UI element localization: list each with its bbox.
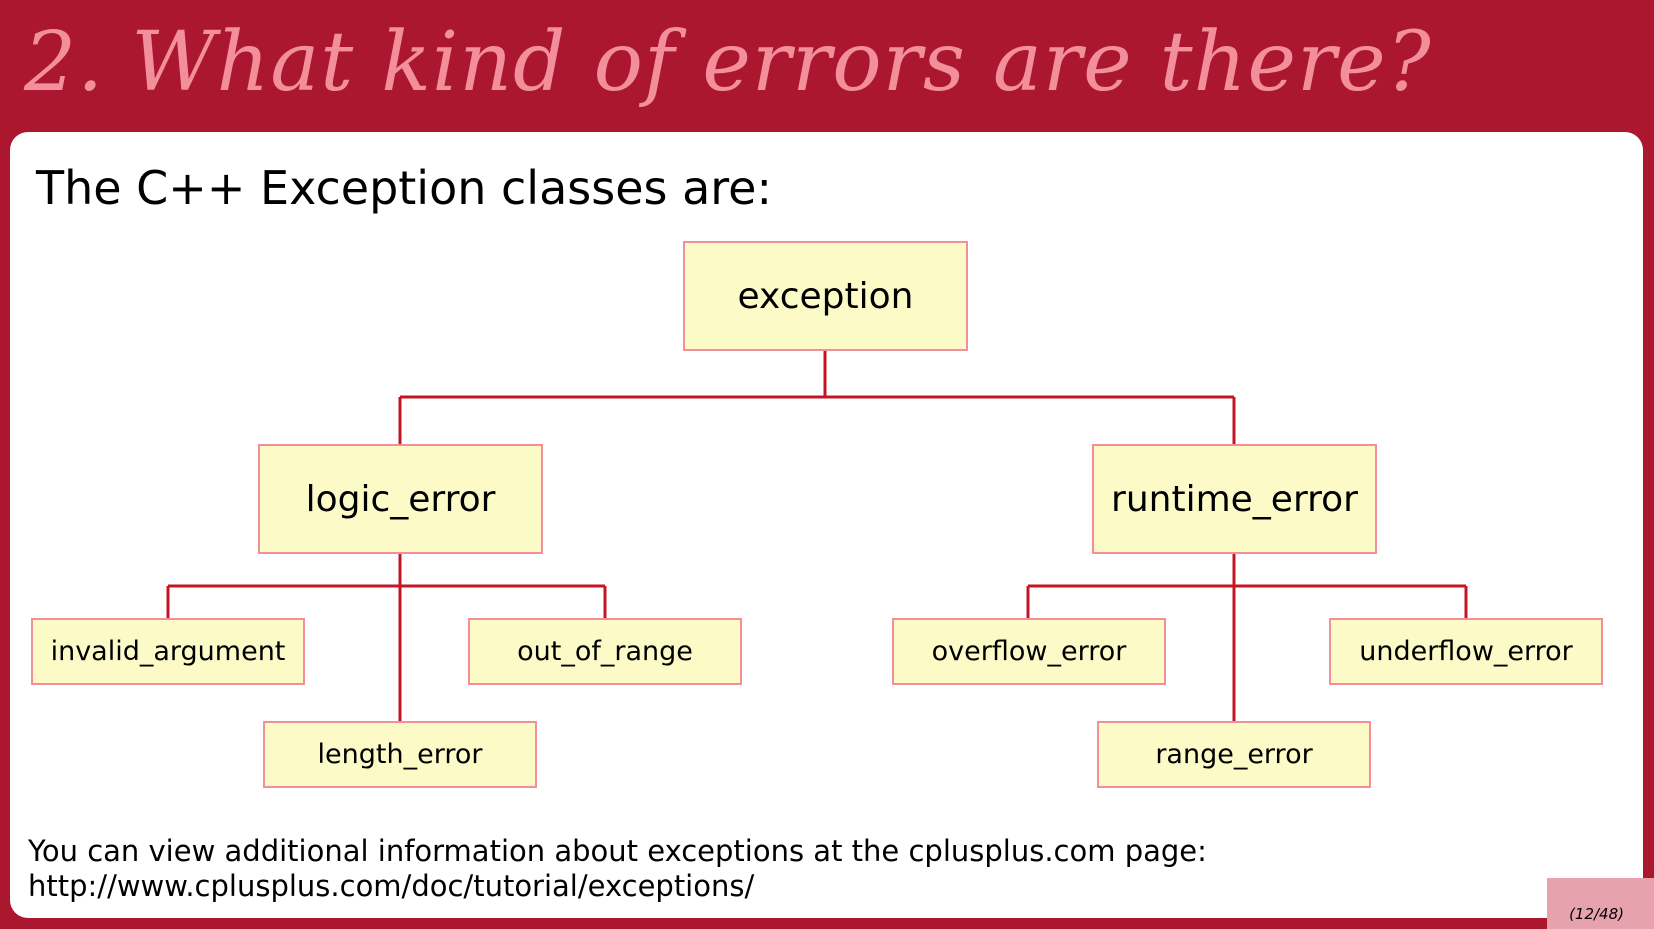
node-invalid-argument: invalid_argument xyxy=(31,618,305,685)
node-runtime-error: runtime_error xyxy=(1092,444,1377,554)
node-exception: exception xyxy=(683,241,968,351)
node-underflow-error: underflow_error xyxy=(1329,618,1603,685)
node-overflow-error: overflow_error xyxy=(892,618,1166,685)
node-length-error: length_error xyxy=(263,721,537,788)
page-number: (12/48) xyxy=(1569,905,1624,923)
node-range-error: range_error xyxy=(1097,721,1371,788)
node-out-of-range: out_of_range xyxy=(468,618,742,685)
footer-line-1: You can view additional information abou… xyxy=(28,834,1207,868)
slide-title: 2. What kind of errors are there? xyxy=(24,15,1432,110)
slide-heading: The C++ Exception classes are: xyxy=(36,161,772,215)
footer-link[interactable]: http://www.cplusplus.com/doc/tutorial/ex… xyxy=(28,869,1207,904)
node-logic-error: logic_error xyxy=(258,444,543,554)
footer-text: You can view additional information abou… xyxy=(28,834,1207,904)
